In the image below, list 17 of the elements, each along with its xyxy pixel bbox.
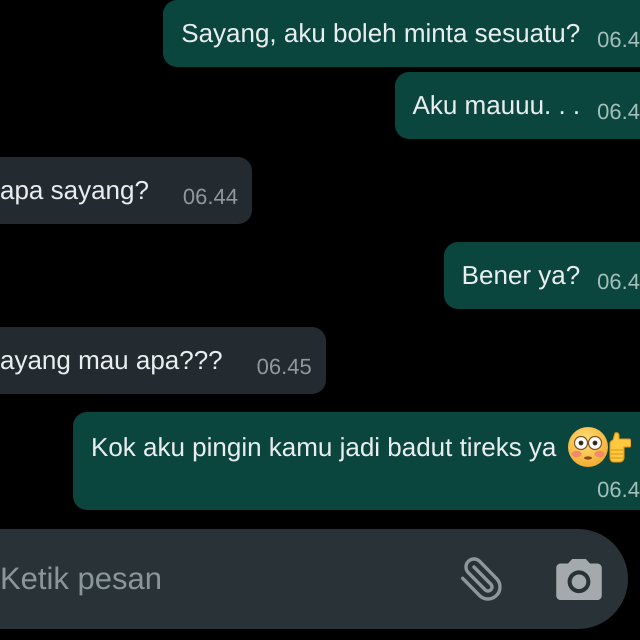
pointing-hand-icon [609,431,632,463]
message-time: 06.4 [597,100,640,124]
message-input[interactable]: Ketik pesan [0,559,440,599]
message-text: apa sayang? [0,175,149,206]
message-text: ayang mau apa??? [0,345,223,376]
message-time: 06.45 [256,355,312,379]
camera-icon[interactable] [556,558,602,600]
message-time: 06.44 [182,185,238,209]
message-text: Aku mauuu. . . [412,90,580,121]
message-field[interactable]: Ketik pesan [0,529,628,629]
message-text: Bener ya? [462,260,580,291]
message-time: 06.4 [597,270,640,294]
flushed-face-icon [568,427,608,467]
message-text: Sayang, aku boleh minta sesuatu? [181,18,580,49]
message-text: Kok aku pingin kamu jadi badut tireks ya [91,432,556,462]
message-time: 06.4 [597,28,640,52]
message-time: 06.4 [597,478,640,502]
